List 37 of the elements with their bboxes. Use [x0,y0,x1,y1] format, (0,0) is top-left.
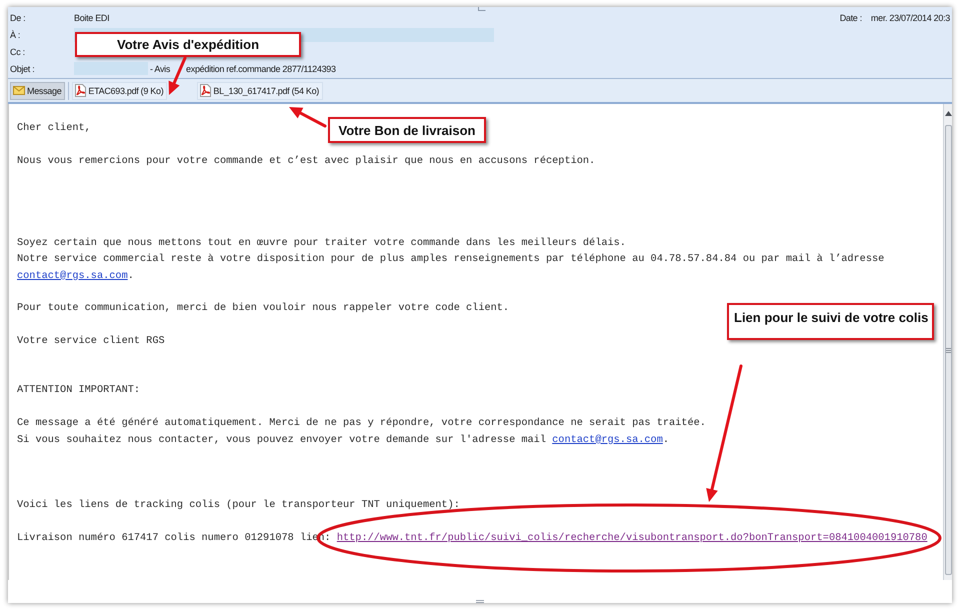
hyperlink[interactable]: contact@rgs.sa.com [552,434,663,446]
hyperlink[interactable]: contact@rgs.sa.com [17,270,128,282]
date-label: Date : [840,12,862,22]
message-paragraph: Votre service client RGS [17,334,165,350]
message-paragraph: Pour toute communication, merci de bien vouloir nous rappeler votre code client. [17,301,510,316]
header-field-label: De : [10,12,26,22]
attachment-link[interactable]: BL_130_617417.pdf (54 Ko) [197,82,323,100]
pdf-icon [75,84,86,97]
scrollbar-track[interactable] [943,104,952,580]
callout-label: Votre Bon de livraison [328,117,486,143]
date-value: mer. 23/07/2014 20:3 [870,12,950,22]
header-field-label: À : [10,30,22,40]
scroll-up-icon[interactable] [944,111,952,116]
header-field-label: Objet : [10,64,36,74]
callout-label: Lien pour le suivi de votre colis [727,303,934,340]
message-paragraph: Ce message a été généré automatiquement. Merci de ne pas y répondre, votre correspondance ne serait pas traitée. Si vous souhaitez nous contacter, vous pouvez envoyer votre demande sur l'adresse mail contact@rgs.sa.com. [17,416,706,448]
attachment-link[interactable]: ETAC693.pdf (9 Ko) [72,82,168,100]
callout-label: Votre Avis d'expédition [75,32,301,57]
splitter-grip-icon [478,7,486,11]
message-paragraph: Cher client, [17,121,91,136]
header-field-label: Cc : [10,46,26,56]
splitter-grip-icon [476,600,484,603]
hyperlink[interactable]: http://www.tnt.fr/public/suivi_colis/recherche/visubontransport.do?bonTransport=0841004001910780 [336,532,928,544]
envelope-icon [13,86,25,95]
callout-arrow [289,107,326,128]
header-field-value: - Avis [150,64,170,74]
pdf-icon [200,84,212,97]
message-paragraph: ATTENTION IMPORTANT: [17,383,140,398]
header-field-value: Boite EDI [74,12,110,22]
header-field-value: expédition ref.commande 2877/1124393 [186,64,336,74]
message-tab[interactable]: Message [10,82,66,100]
grip-icon [946,348,950,352]
message-paragraph: Voici les liens de tracking colis (pour le transporteur TNT uniquement): [17,498,460,514]
message-paragraph: Nous vous remercions pour votre commande et c’est avec plaisir que nous en accusons réception. [17,154,596,169]
message-paragraph: Soyez certain que nous mettons tout en œuvre pour traiter votre commande dans les meilleurs délais. Notre service commercial reste à votre disposition pour de plus amples renseignements par téléphone au 04.78.57.84.84 ou par mail à l’adresse contact@rgs.sa.com. [17,236,884,284]
scrollbar-thumb[interactable] [944,125,952,575]
callout-arrow [168,56,186,95]
